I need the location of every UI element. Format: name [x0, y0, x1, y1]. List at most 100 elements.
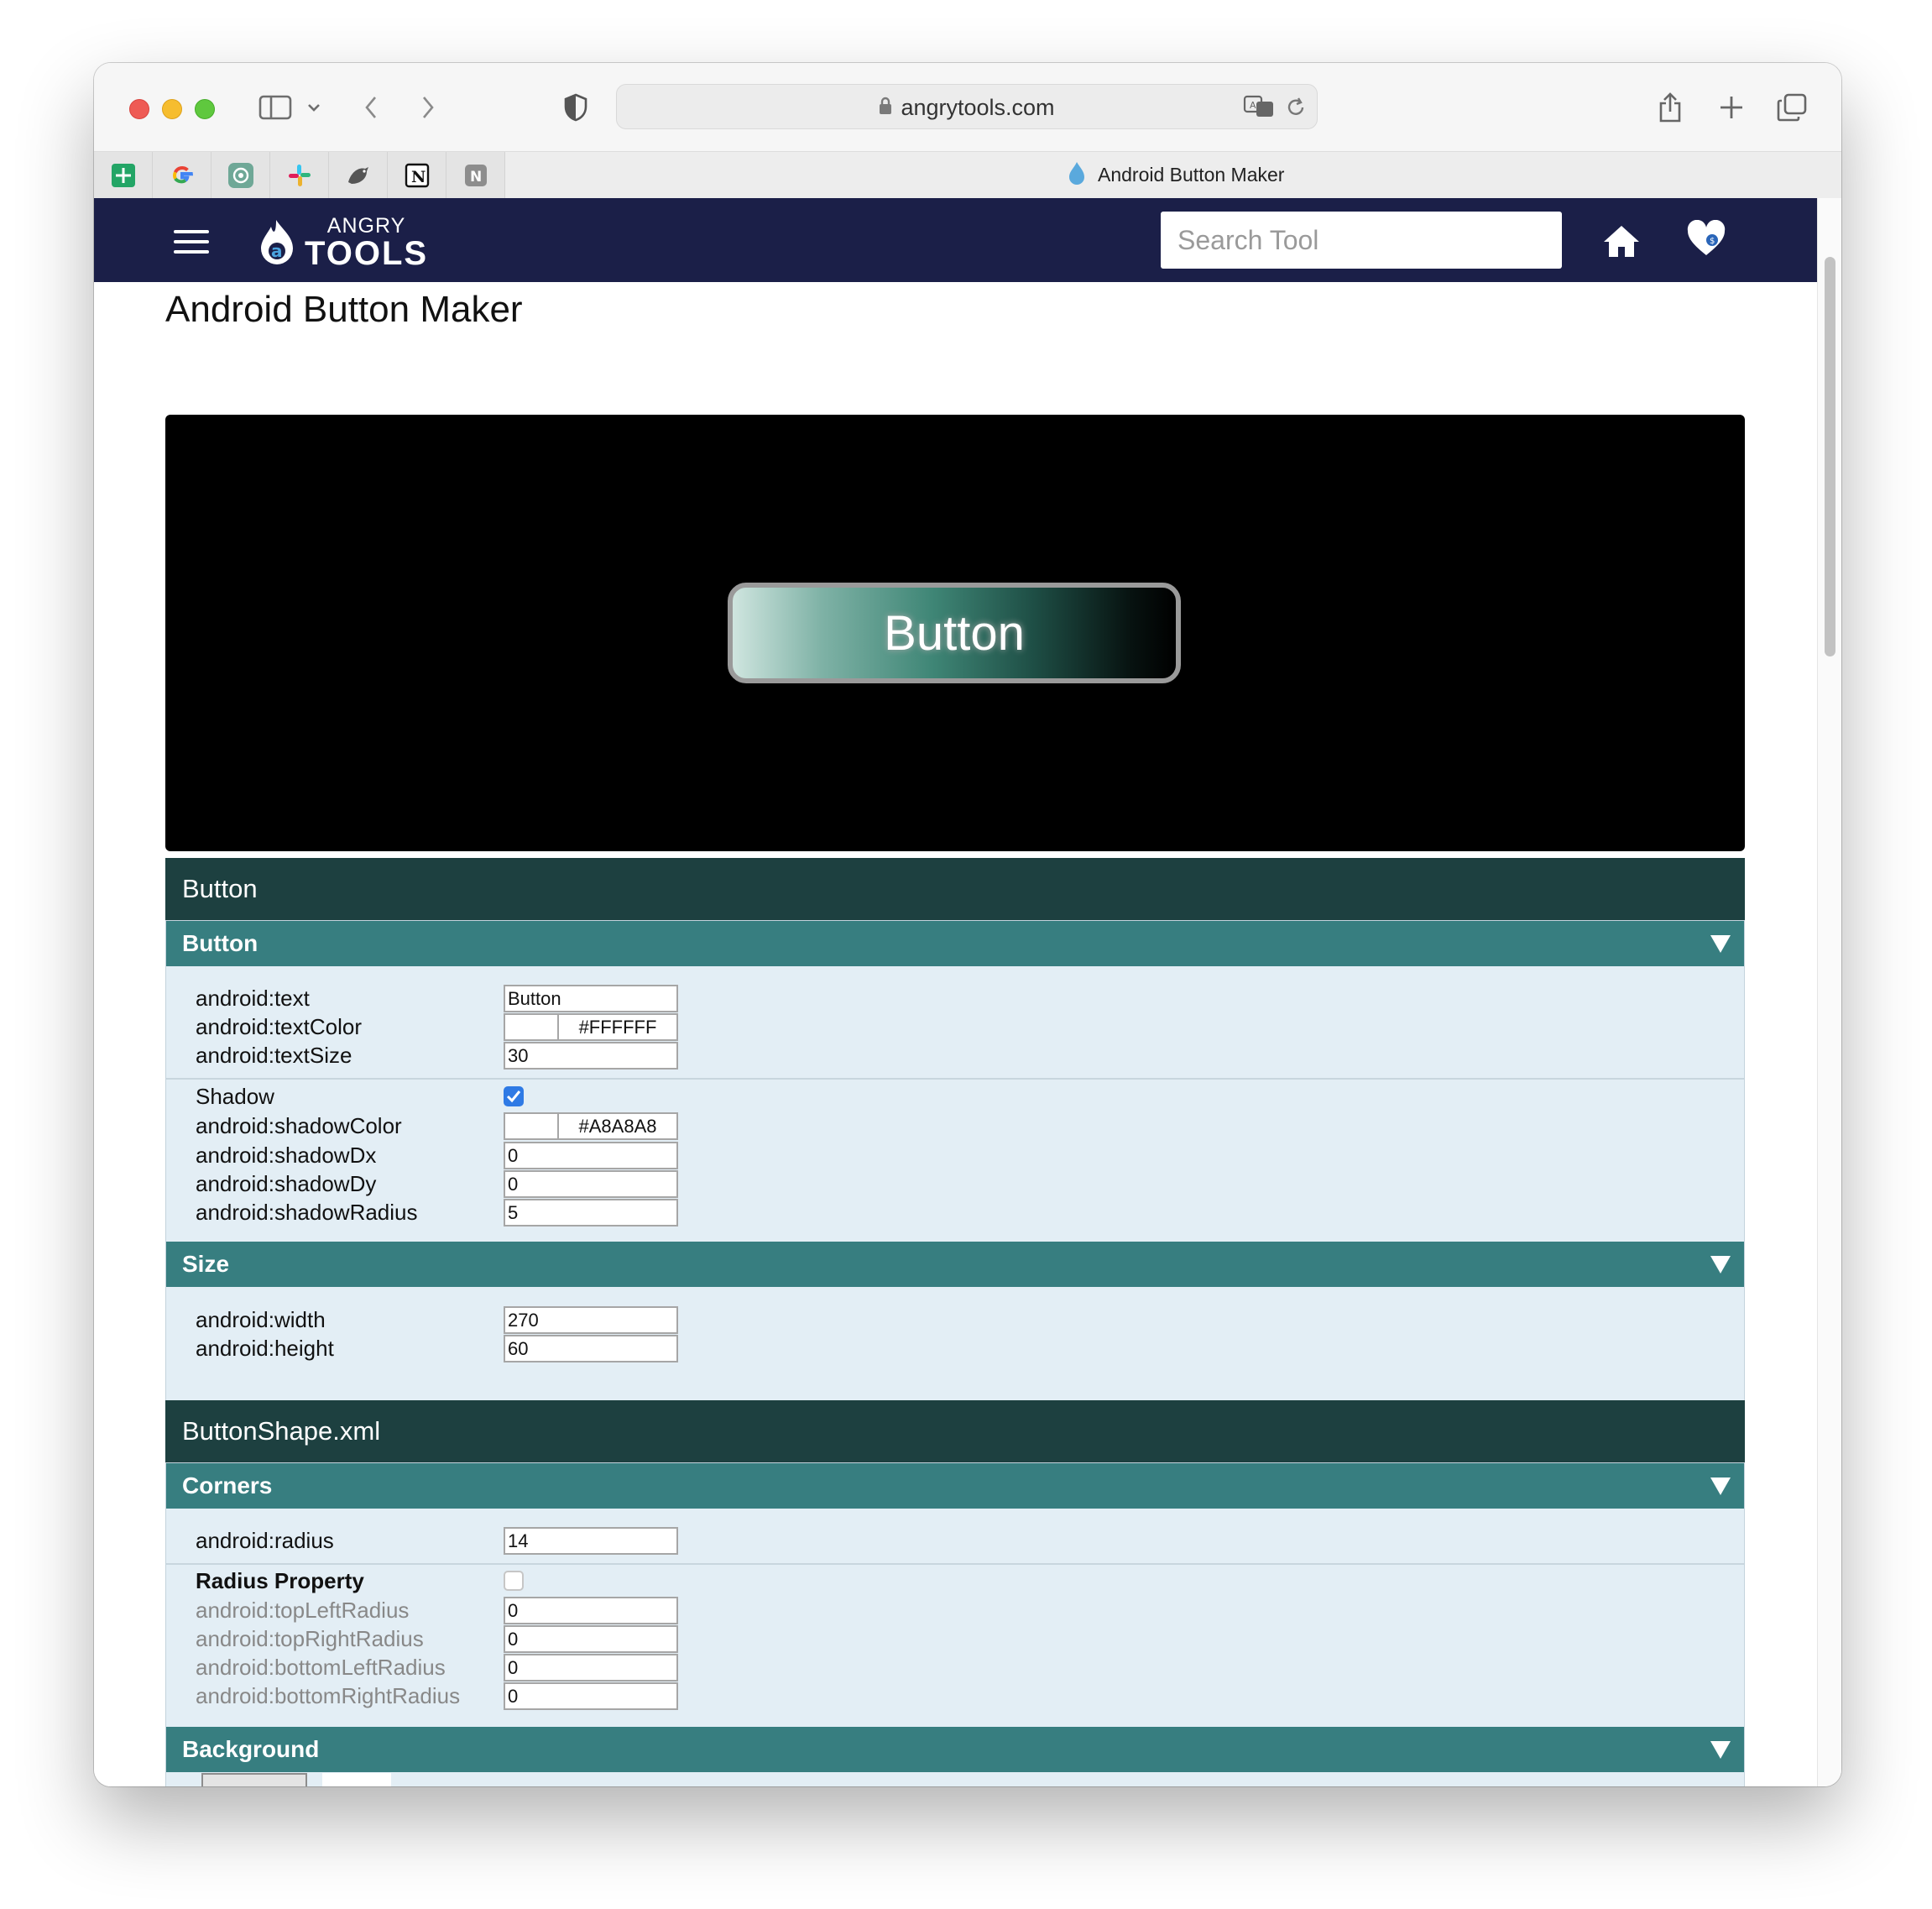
- svg-text:$: $: [1710, 237, 1715, 246]
- sidebar-toggle-icon[interactable]: [257, 86, 294, 128]
- tab-title-text: Android Button Maker: [1098, 164, 1285, 186]
- collapse-triangle-icon: [1710, 935, 1731, 953]
- browser-window: angrytools.com A N N Android Button Make…: [94, 63, 1841, 1786]
- section-header-button: Button: [165, 858, 1745, 920]
- section-title: ButtonShape.xml: [182, 1416, 381, 1446]
- tab-strip: N N Android Button Maker: [94, 151, 1841, 198]
- hamburger-menu-icon[interactable]: [174, 230, 209, 255]
- shadowdx-label: android:shadowDx: [196, 1142, 377, 1168]
- notion-icon[interactable]: N: [388, 152, 446, 198]
- n-icon[interactable]: N: [446, 152, 505, 198]
- textsize-input[interactable]: [504, 1042, 678, 1070]
- text-input[interactable]: [504, 985, 678, 1012]
- svg-text:N: N: [470, 169, 482, 186]
- share-icon[interactable]: [1653, 86, 1687, 128]
- panel-title: Background: [182, 1736, 320, 1762]
- zoom-window-button[interactable]: [195, 99, 215, 119]
- minimize-window-button[interactable]: [162, 99, 182, 119]
- site-logo[interactable]: a ANGRY TOOLS: [258, 213, 428, 272]
- bottomright-radius-label: android:bottomRightRadius: [196, 1682, 461, 1708]
- collapse-triangle-icon: [1710, 1478, 1731, 1495]
- shadowradius-label: android:shadowRadius: [196, 1199, 418, 1225]
- lock-icon: [879, 95, 892, 121]
- bottomleft-radius-input[interactable]: [504, 1654, 678, 1681]
- url-text: angrytools.com: [901, 94, 1055, 120]
- shadowdy-label: android:shadowDy: [196, 1170, 377, 1196]
- page-scrollbar[interactable]: [1817, 198, 1841, 1786]
- shadowradius-input[interactable]: [504, 1199, 678, 1226]
- panel-header-corners[interactable]: Corners: [166, 1463, 1744, 1509]
- radius-property-label: Radius Property: [196, 1567, 364, 1593]
- flame-favicon-icon: [1068, 160, 1086, 191]
- address-bar[interactable]: angrytools.com A: [616, 84, 1318, 129]
- height-input[interactable]: [504, 1335, 678, 1362]
- site-navbar: a ANGRY TOOLS $: [94, 198, 1817, 282]
- panel-title: Corners: [182, 1472, 273, 1498]
- button-preview-area: Button: [165, 415, 1745, 851]
- radius-input[interactable]: [504, 1527, 678, 1555]
- width-label: android:width: [196, 1306, 326, 1332]
- web-content: a ANGRY TOOLS $ Android Button Maker But…: [94, 198, 1841, 1786]
- text-label: android:text: [196, 985, 310, 1011]
- textcolor-label: android:textColor: [196, 1013, 362, 1039]
- logo-text-bottom: TOOLS: [305, 234, 429, 272]
- radius-label: android:radius: [196, 1527, 334, 1553]
- back-arrow-icon[interactable]: [361, 86, 381, 128]
- active-tab[interactable]: Android Button Maker: [1068, 152, 1284, 198]
- background-type-selector: gradient solid: [201, 1773, 403, 1786]
- section-header-buttonshape: ButtonShape.xml: [165, 1400, 1745, 1462]
- shadowdy-input[interactable]: [504, 1170, 678, 1198]
- scrollbar-thumb[interactable]: [1825, 257, 1835, 656]
- collapse-triangle-icon: [1710, 1741, 1731, 1759]
- shadowdx-input[interactable]: [504, 1142, 678, 1169]
- height-label: android:height: [196, 1335, 334, 1361]
- panel-header-button[interactable]: Button: [166, 921, 1744, 966]
- svg-text:A: A: [1250, 100, 1256, 111]
- panel-header-size[interactable]: Size: [166, 1242, 1744, 1287]
- close-window-button[interactable]: [129, 99, 149, 119]
- section-title: Button: [182, 874, 258, 903]
- color-swatch[interactable]: [505, 1015, 559, 1039]
- new-tab-plus-icon[interactable]: [1715, 86, 1748, 128]
- donate-heart-icon[interactable]: $: [1685, 219, 1727, 263]
- shadowcolor-picker[interactable]: #A8A8A8: [504, 1112, 678, 1140]
- bird-icon[interactable]: [329, 152, 388, 198]
- collapse-triangle-icon: [1710, 1256, 1731, 1274]
- tab-overview-icon[interactable]: [1775, 86, 1809, 128]
- shadow-checkbox[interactable]: [504, 1086, 524, 1106]
- solid-option-button[interactable]: solid: [322, 1773, 391, 1786]
- chevron-down-icon[interactable]: [305, 86, 322, 128]
- panel-header-background[interactable]: Background: [166, 1727, 1744, 1772]
- shadowcolor-value: #A8A8A8: [578, 1115, 657, 1137]
- panel-title: Button: [182, 930, 258, 956]
- color-swatch[interactable]: [505, 1114, 559, 1138]
- width-input[interactable]: [504, 1306, 678, 1334]
- chatgpt-icon[interactable]: [211, 152, 270, 198]
- sheets-icon[interactable]: [94, 152, 153, 198]
- forward-arrow-icon[interactable]: [418, 86, 438, 128]
- divider: [166, 1078, 1744, 1080]
- gradient-option-button[interactable]: gradient: [201, 1773, 307, 1786]
- privacy-shield-icon[interactable]: [561, 86, 591, 128]
- slack-icon[interactable]: [270, 152, 329, 198]
- topright-radius-label: android:topRightRadius: [196, 1625, 424, 1651]
- shadowcolor-label: android:shadowColor: [196, 1112, 402, 1138]
- logo-text-top: ANGRY: [326, 213, 406, 238]
- google-icon[interactable]: [153, 152, 211, 198]
- bottomleft-radius-label: android:bottomLeftRadius: [196, 1654, 446, 1680]
- browser-toolbar: angrytools.com A: [94, 63, 1841, 151]
- preview-button[interactable]: Button: [728, 583, 1181, 683]
- reload-icon[interactable]: [1285, 96, 1307, 123]
- search-tool-input[interactable]: [1161, 212, 1562, 269]
- bottomright-radius-input[interactable]: [504, 1682, 678, 1710]
- flame-logo-icon: a: [261, 220, 293, 264]
- panel-title: Size: [182, 1251, 230, 1277]
- radius-property-checkbox[interactable]: [504, 1571, 524, 1591]
- textcolor-value: #FFFFFF: [578, 1016, 657, 1038]
- topleft-radius-label: android:topLeftRadius: [196, 1597, 410, 1623]
- translate-icon[interactable]: A: [1243, 94, 1275, 123]
- topleft-radius-input[interactable]: [504, 1597, 678, 1624]
- topright-radius-input[interactable]: [504, 1625, 678, 1653]
- home-icon[interactable]: [1601, 223, 1642, 263]
- textcolor-picker[interactable]: #FFFFFF: [504, 1013, 678, 1041]
